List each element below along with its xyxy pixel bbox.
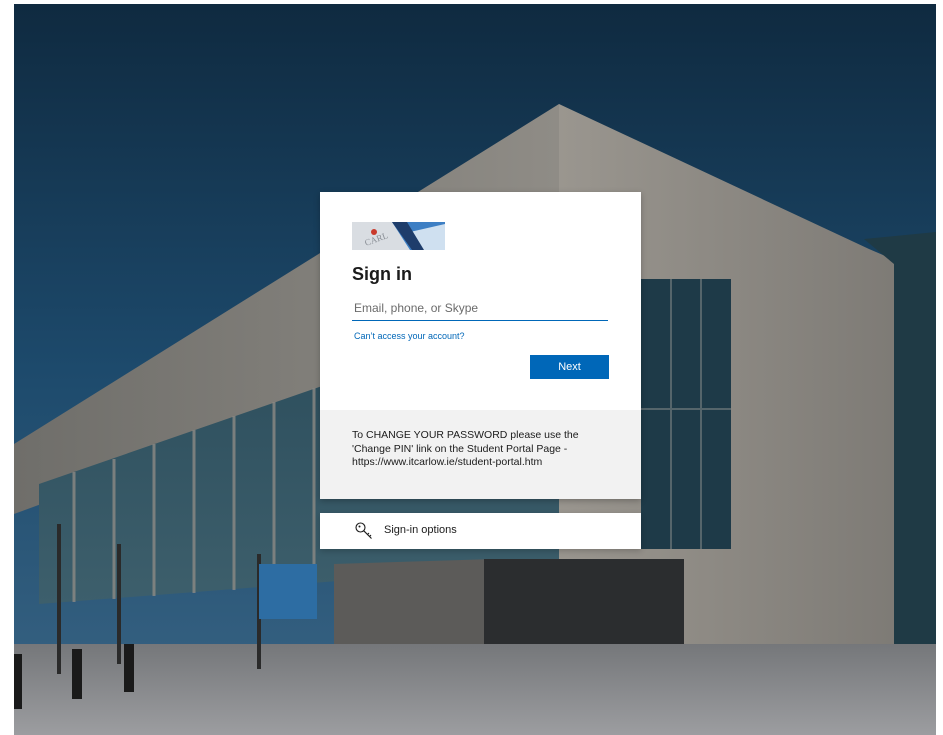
cant-access-account-link[interactable]: Can’t access your account? xyxy=(354,331,465,341)
sign-in-options-button[interactable]: Sign-in options xyxy=(320,513,641,549)
next-button[interactable]: Next xyxy=(530,355,609,379)
page-title: Sign in xyxy=(352,264,412,284)
email-field[interactable] xyxy=(352,295,608,321)
notice-line-3: https://www.itcarlow.ie/student-portal.h… xyxy=(352,456,543,468)
notice-line-1: To CHANGE YOUR PASSWORD please use the xyxy=(352,429,579,441)
password-notice-text: To CHANGE YOUR PASSWORD please use the '… xyxy=(352,429,614,470)
sign-in-page: CARL Sign in Can’t access your account? … xyxy=(14,4,936,735)
notice-line-2: 'Change PIN' link on the Student Portal … xyxy=(352,442,568,455)
sign-in-options-label: Sign-in options xyxy=(384,524,457,536)
sign-in-card: CARL Sign in Can’t access your account? … xyxy=(320,192,641,499)
password-notice: To CHANGE YOUR PASSWORD please use the '… xyxy=(320,410,641,499)
key-icon xyxy=(355,522,372,539)
itcarlow-logo: CARL xyxy=(352,222,445,250)
